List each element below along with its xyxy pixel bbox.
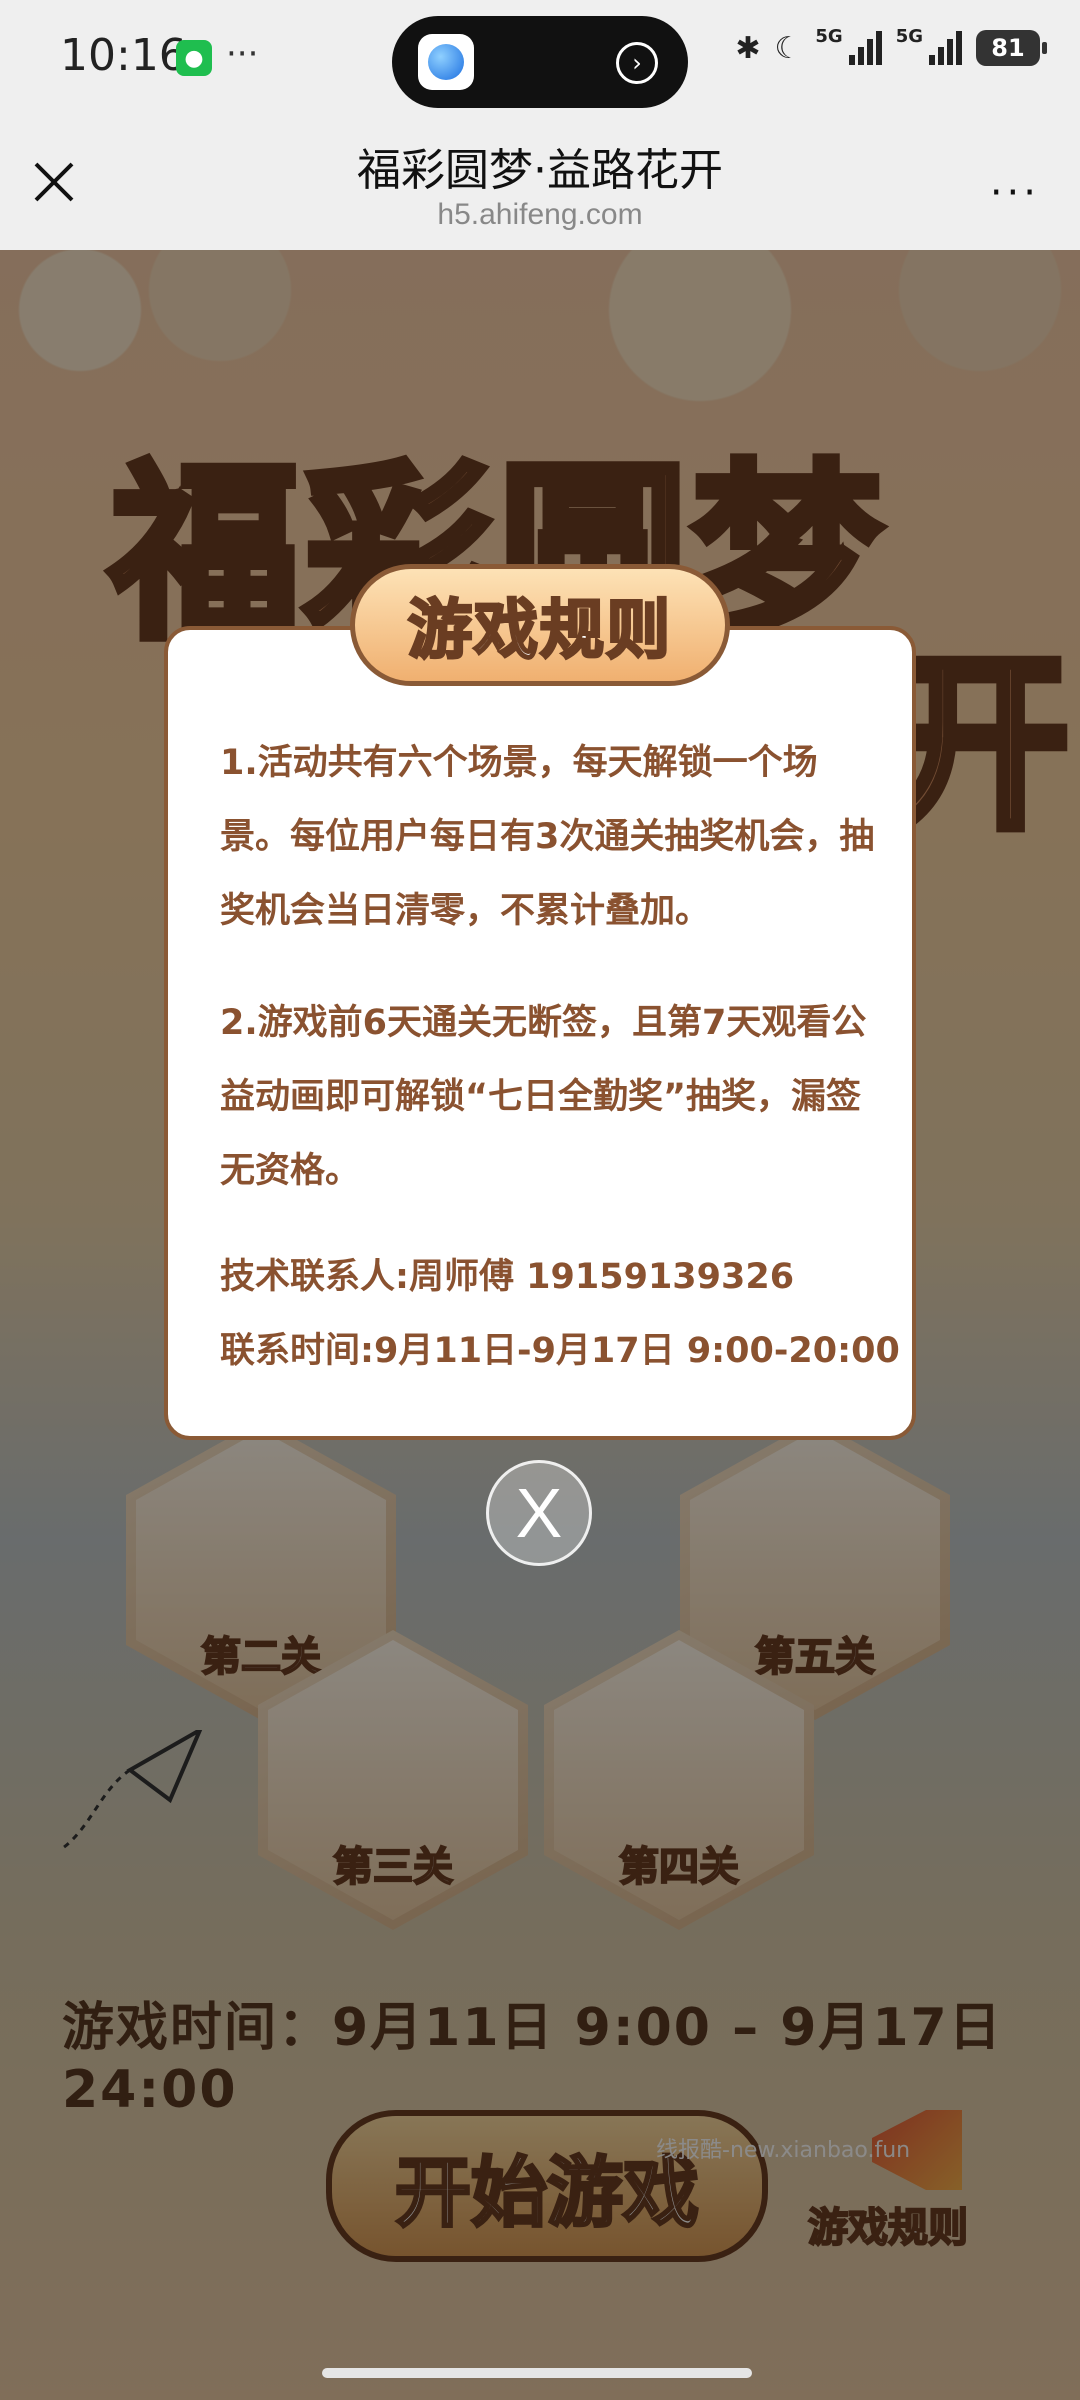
rule-2-text: 2.游戏前6天通关无断签，且第7天观看公益动画即可解锁“七日全勤奖”抽奖，漏签无…	[220, 1003, 867, 1191]
wechat-icon: ●	[176, 40, 212, 76]
contact-person: 技术联系人:周师傅 19159139326	[220, 1257, 795, 1297]
moon-icon: ☾	[774, 30, 802, 66]
status-indicators: ✱ ☾ 5G 5G 81	[735, 26, 1047, 66]
contact-time: 联系时间:9月11日-9月17日 9:00-20:00	[220, 1331, 900, 1371]
bluetooth-icon: ✱	[735, 30, 761, 66]
status-bar: 10:16 ● ··· › ✱ ☾ 5G 5G 81	[0, 0, 1080, 120]
modal-title: 游戏规则	[407, 593, 672, 670]
signal-icon-2	[929, 31, 962, 65]
network-type-2: 5G	[895, 25, 923, 47]
signal-icon-1	[848, 31, 882, 65]
modal-title-badge: 游戏规则	[350, 564, 730, 686]
status-time: 10:16	[60, 30, 187, 81]
rule-1-text: 1.活动共有六个场景，每天解锁一个场景。每位用户每日有3次通关抽奖机会，抽奖机会…	[220, 743, 875, 931]
page-url: h5.ahifeng.com	[437, 198, 643, 231]
rules-modal: 1.活动共有六个场景，每天解锁一个场景。每位用户每日有3次通关抽奖机会，抽奖机会…	[164, 626, 916, 1440]
battery-icon: 81	[976, 30, 1047, 66]
browser-navbar: 福彩圆梦·益路花开 h5.ahifeng.com ···	[0, 120, 1080, 250]
network-type-1: 5G	[815, 25, 843, 47]
more-menu-icon[interactable]: ···	[990, 170, 1040, 216]
modal-close-button[interactable]: X	[486, 1460, 592, 1566]
home-indicator[interactable]	[322, 2368, 752, 2378]
status-more-icon: ···	[226, 34, 259, 74]
dynamic-island[interactable]: ›	[392, 16, 688, 108]
browser-app-icon[interactable]	[418, 34, 474, 90]
island-arrow-icon[interactable]: ›	[616, 42, 658, 84]
page-title: 福彩圆梦·益路花开	[357, 145, 723, 196]
